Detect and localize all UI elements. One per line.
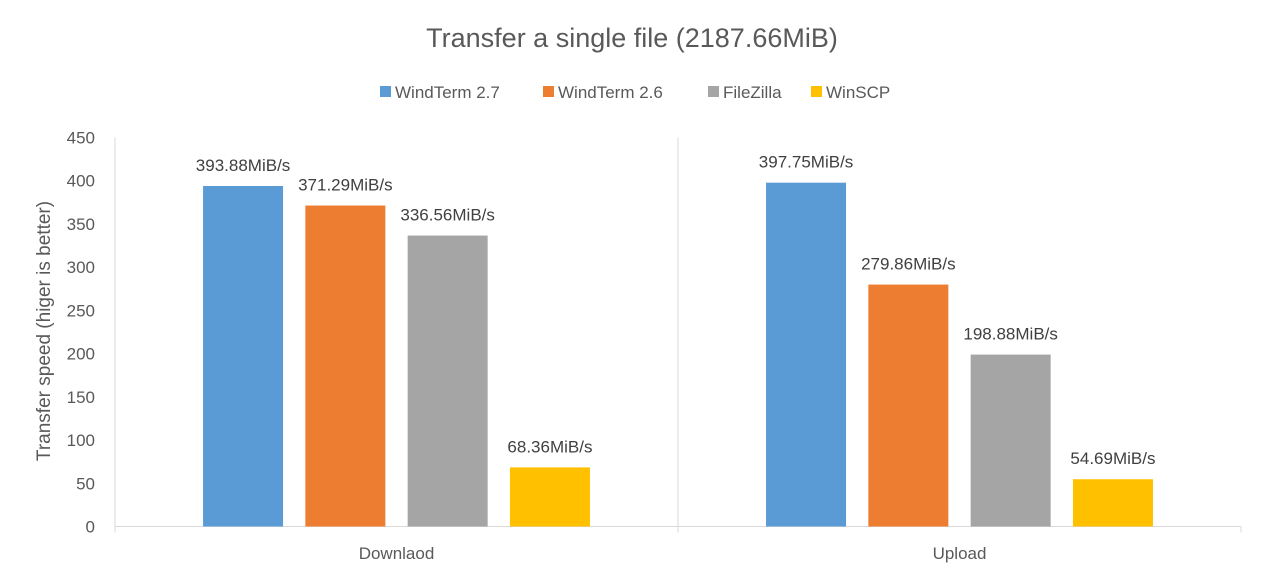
legend-item: FileZilla — [708, 83, 782, 102]
legend-label: FileZilla — [723, 83, 782, 102]
x-category-label: Upload — [933, 544, 987, 563]
y-tick-label: 150 — [67, 388, 95, 407]
legend-label: WindTerm 2.7 — [395, 83, 500, 102]
legend-swatch — [811, 86, 822, 97]
y-axis-title: Transfer speed (higer is better) — [34, 201, 55, 461]
data-label: 393.88MiB/s — [196, 156, 291, 175]
data-label: 279.86MiB/s — [861, 255, 956, 274]
y-tick-label: 0 — [86, 518, 95, 537]
x-axis-categories: Downlaod Upload — [359, 544, 987, 563]
data-label: 336.56MiB/s — [400, 206, 495, 225]
y-tick-label: 50 — [76, 474, 95, 493]
y-tick-label: 300 — [67, 258, 95, 277]
bar — [1072, 479, 1153, 527]
legend-swatch — [543, 86, 554, 97]
data-label: 397.75MiB/s — [759, 153, 854, 172]
data-label: 54.69MiB/s — [1070, 449, 1155, 468]
bar-chart: Transfer a single file (2187.66MiB) Wind… — [34, 23, 1242, 563]
bar — [509, 467, 590, 527]
legend-item: WindTerm 2.7 — [380, 83, 500, 102]
legend-swatch — [708, 86, 719, 97]
bar — [868, 284, 949, 527]
data-label: 68.36MiB/s — [507, 437, 592, 456]
y-tick-label: 400 — [67, 172, 95, 191]
data-label: 371.29MiB/s — [298, 176, 393, 195]
x-category-label: Downlaod — [359, 544, 435, 563]
bar — [970, 354, 1051, 527]
data-label: 198.88MiB/s — [963, 325, 1058, 344]
y-tick-label: 350 — [67, 215, 95, 234]
legend-label: WindTerm 2.6 — [558, 83, 663, 102]
legend-swatch — [380, 86, 391, 97]
bar — [766, 182, 847, 527]
chart-title: Transfer a single file (2187.66MiB) — [426, 23, 838, 53]
legend: WindTerm 2.7 WindTerm 2.6 FileZilla WinSCP — [380, 83, 890, 102]
bar — [305, 205, 386, 527]
y-tick-label: 200 — [67, 345, 95, 364]
chart-container: Transfer a single file (2187.66MiB) Wind… — [0, 0, 1265, 575]
y-axis-ticks: 0 50 100 150 200 250 300 350 400 450 — [67, 129, 95, 537]
y-tick-label: 250 — [67, 301, 95, 320]
bar — [203, 186, 284, 527]
y-tick-label: 100 — [67, 431, 95, 450]
legend-label: WinSCP — [826, 83, 890, 102]
legend-item: WindTerm 2.6 — [543, 83, 663, 102]
y-tick-label: 450 — [67, 129, 95, 148]
legend-item: WinSCP — [811, 83, 890, 102]
axes — [114, 137, 1242, 533]
bar — [407, 235, 488, 527]
